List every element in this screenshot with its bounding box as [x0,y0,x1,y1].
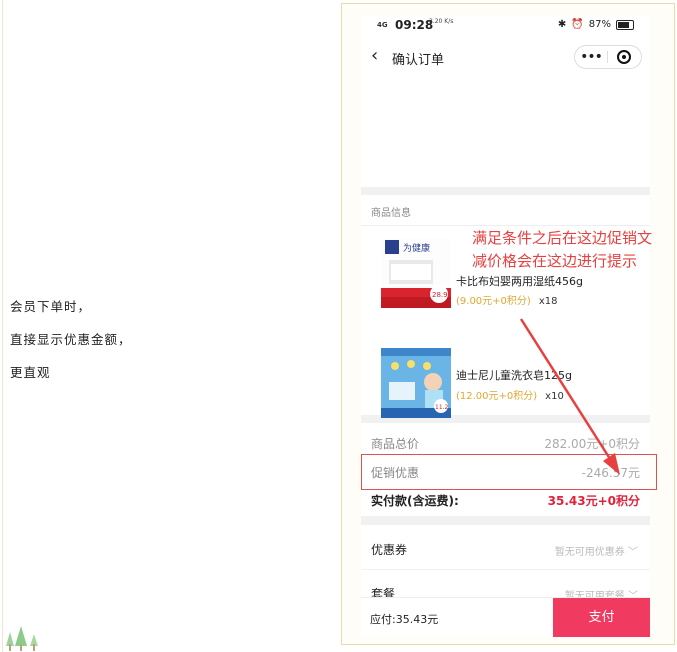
left-border [2,0,3,652]
thumb-1-badge: 28.9 [432,291,448,299]
pay-label: 实付款(含运费): [371,494,459,508]
battery-icon [616,19,634,30]
target-icon[interactable] [608,50,640,64]
note-line-2: 直接显示优惠金额， [10,332,132,347]
item-1-price-line: (9.00元+0积分) x18 [456,292,557,307]
item-1-price: (9.00元+0积分) [456,296,531,307]
note-line-3: 更直观 [10,365,51,380]
pay-button[interactable]: 支付 [553,598,650,637]
target-ring [617,50,631,64]
signal-icon: 4G [377,21,388,29]
network-speed: 3.20 K/s [429,18,454,25]
item-2-name: 迪士尼儿童洗衣皂125g [456,369,572,382]
product-image-1: 为健康 28.9 [381,238,451,308]
goods-divider [361,225,650,226]
pay-value: 35.43元+0积分 [547,494,640,508]
bluetooth-icon: ✱ [557,19,567,30]
thumb-2-badge: 11.2 [435,404,449,411]
chevron-down-icon: ﹀ [624,547,638,558]
item-2-qty: x10 [545,391,564,402]
note-line-1: 会员下单时， [10,299,92,314]
miniprogram-capsule: ••• [574,45,642,69]
status-right: ✱ ⏰ 87% [558,19,634,30]
status-time: 09:28 [395,18,434,32]
coupon-selector[interactable]: 暂无可用优惠券 ﹀ [555,543,638,558]
thumb-1-text: 为健康 [403,242,430,254]
product-thumb-2[interactable]: 11.2 [381,348,451,418]
more-dots-icon[interactable]: ••• [575,50,607,64]
phone-screen: 4G 09:28 3.20 K/s ✱ ⏰ 87% ‹ 确认订单 ••• 商品信… [361,15,650,637]
item-1-qty: x18 [538,296,558,307]
options-divider [361,569,650,570]
note-text: 会员下单时， 直接显示优惠金额， 更直观 [10,290,132,389]
total-value: 282.00元+0积分 [544,437,640,451]
alarm-icon: ⏰ [571,19,584,30]
amount-due: 应付:35.43元 [370,613,439,626]
annotation-text: 满足条件之后在这边促销文减价格会在这边进行提示 [472,229,653,270]
product-thumb-1[interactable]: 为健康 28.9 [381,238,451,308]
goods-section-title: 商品信息 [371,208,411,219]
bottom-bar: 应付:35.43元 支付 [361,597,650,637]
item-2-price-line: (12.00元+0积分) x10 [456,387,564,402]
page-title: 确认订单 [392,53,445,68]
chevron-left-icon[interactable]: ‹ [371,45,378,66]
item-1-name: 卡比布妇婴两用湿纸456g [456,275,583,288]
item-2-price: (12.00元+0积分) [456,391,538,402]
total-label: 商品总价 [371,437,420,451]
coupon-label: 优惠券 [371,543,408,557]
product-image-2: 11.2 [381,348,451,418]
nav-bar: ‹ 确认订单 ••• [361,37,650,77]
battery-percent: 87% [588,19,611,30]
status-bar: 4G 09:28 3.20 K/s ✱ ⏰ 87% [361,15,650,37]
promo-highlight-box [361,454,657,490]
trees-decoration-icon [6,626,38,651]
address-card[interactable] [361,77,650,187]
coupon-value: 暂无可用优惠券 [554,547,625,558]
